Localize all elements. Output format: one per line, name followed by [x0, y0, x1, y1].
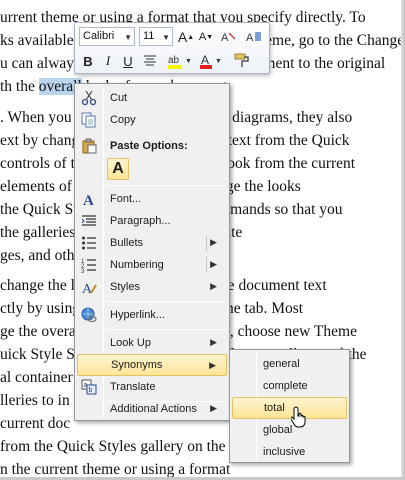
- menu-label: Font...: [110, 193, 142, 205]
- menu-item-styles[interactable]: A Styles ▶: [77, 276, 227, 298]
- menu-label: Cut: [110, 92, 128, 104]
- clear-format-icon: A: [221, 32, 236, 44]
- chevron-right-icon: ▶: [210, 403, 217, 413]
- menu-item-font[interactable]: A Font...: [77, 188, 227, 210]
- chevron-right-icon: ▶: [209, 360, 216, 370]
- font-name-box[interactable]: Calibri ▼: [79, 27, 135, 46]
- align-center-icon: [144, 55, 156, 66]
- svg-text:b: b: [89, 387, 93, 394]
- menu-separator: [107, 301, 225, 302]
- menu-item-cut[interactable]: Cut: [77, 87, 227, 109]
- page-edge: [401, 0, 405, 480]
- context-menu: Cut Copy Paste Options: A A Font... Para…: [74, 83, 230, 421]
- paste-keep-formatting-button[interactable]: A: [107, 158, 129, 180]
- synonym-item[interactable]: general: [232, 353, 347, 375]
- hyperlink-icon: [80, 306, 98, 324]
- styles-button[interactable]: A: [243, 27, 265, 47]
- svg-text:ab: ab: [168, 55, 180, 66]
- menu-item-synonyms[interactable]: Synonyms ▶: [77, 354, 227, 376]
- menu-item-translate[interactable]: ab Translate: [77, 376, 227, 398]
- menu-label: Hyperlink...: [110, 309, 166, 321]
- font-color-button[interactable]: A ▼: [197, 51, 225, 71]
- bold-button[interactable]: B: [79, 51, 97, 71]
- highlight-button[interactable]: ab ▼: [165, 51, 193, 71]
- synonyms-submenu: general complete total global inclusive: [229, 349, 350, 463]
- menu-item-hyperlink[interactable]: Hyperlink...: [77, 304, 227, 326]
- chevron-right-icon: ▶: [210, 337, 217, 347]
- menu-item-copy[interactable]: Copy: [77, 109, 227, 131]
- split-divider: [206, 235, 207, 251]
- synonym-item[interactable]: inclusive: [232, 441, 347, 463]
- copy-icon: [80, 111, 98, 129]
- mini-toolbar: Calibri ▼ 11 ▼ A ▲ A ▼ A A B I U ab ▼ A ▼: [74, 22, 270, 74]
- svg-text:A: A: [201, 53, 209, 67]
- menu-item-additional-actions[interactable]: Additional Actions ▶: [77, 398, 227, 420]
- font-size-box[interactable]: 11 ▼: [139, 27, 173, 46]
- menu-label: Styles: [110, 281, 140, 293]
- paragraph-icon: [80, 212, 98, 230]
- paste-icon: [80, 137, 98, 155]
- synonym-item[interactable]: total: [232, 397, 347, 419]
- synonym-item[interactable]: global: [232, 419, 347, 441]
- split-divider: [206, 257, 207, 273]
- menu-item-paragraph[interactable]: Paragraph...: [77, 210, 227, 232]
- format-painter-button[interactable]: A: [218, 27, 240, 47]
- menu-label: Paste Options:: [110, 140, 188, 152]
- svg-text:3: 3: [81, 269, 85, 273]
- chevron-right-icon: ▶: [210, 259, 217, 269]
- doc-line: from the Quick Styles gallery on the als…: [0, 438, 255, 455]
- synonym-item[interactable]: complete: [232, 375, 347, 397]
- menu-item-numbering[interactable]: 123 Numbering ▶: [77, 254, 227, 276]
- menu-separator: [107, 185, 225, 186]
- font-color-icon: A ▼: [200, 53, 222, 69]
- svg-text:A: A: [246, 32, 254, 44]
- chevron-down-icon: ▼: [162, 33, 170, 42]
- menu-label: Synonyms: [111, 359, 163, 371]
- chevron-right-icon: ▶: [210, 281, 217, 291]
- menu-label: Paragraph...: [110, 215, 171, 227]
- chevron-down-icon: ▼: [124, 33, 132, 42]
- italic-button[interactable]: I: [99, 51, 117, 71]
- menu-label: Numbering: [110, 259, 164, 271]
- svg-text:▼: ▼: [215, 58, 222, 65]
- menu-label: Look Up: [110, 337, 151, 349]
- styles-icon: A: [80, 278, 98, 296]
- menu-item-look-up[interactable]: Look Up ▶: [77, 332, 227, 354]
- menu-label: Copy: [110, 114, 136, 126]
- bullets-icon: [80, 234, 98, 252]
- menu-separator: [107, 329, 225, 330]
- menu-item-bullets[interactable]: Bullets ▶: [77, 232, 227, 254]
- scissors-icon: [80, 89, 98, 107]
- translate-icon: ab: [80, 378, 98, 396]
- svg-text:▼: ▼: [185, 58, 192, 65]
- styles-icon: A: [246, 32, 261, 44]
- menu-label: Additional Actions: [110, 403, 197, 415]
- svg-text:A: A: [83, 193, 94, 207]
- shrink-font-button[interactable]: A ▼: [197, 27, 215, 47]
- svg-text:A: A: [221, 32, 229, 44]
- underline-button[interactable]: U: [119, 51, 137, 71]
- doc-line: current doc: [0, 415, 71, 432]
- format-painter-button[interactable]: [231, 51, 253, 71]
- highlight-icon: ab ▼: [168, 55, 192, 69]
- menu-label: Bullets: [110, 237, 144, 249]
- hand-cursor-icon: [291, 406, 306, 428]
- grow-font-button[interactable]: A ▲: [177, 27, 195, 47]
- numbering-icon: 123: [80, 256, 98, 274]
- chevron-right-icon: ▶: [210, 237, 217, 247]
- paste-options-header: Paste Options:: [77, 135, 227, 157]
- font-icon: A: [80, 190, 98, 208]
- paintbrush-icon: [234, 53, 249, 67]
- menu-label: Translate: [110, 381, 156, 393]
- center-align-button[interactable]: [141, 51, 159, 71]
